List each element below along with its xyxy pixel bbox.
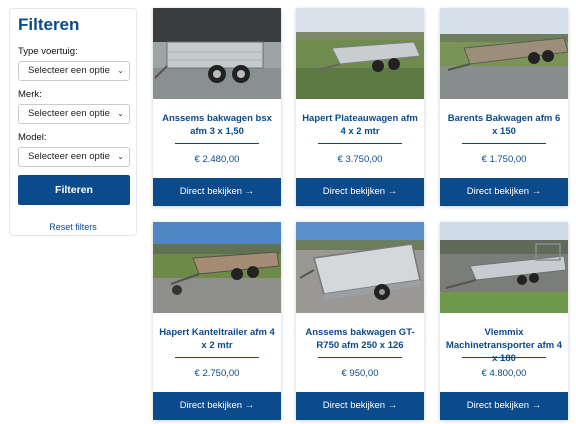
product-title[interactable]: Barents Bakwagen afm 6 x 150: [444, 112, 564, 138]
type-select-value: Selecteer een optie: [28, 65, 110, 76]
product-price: € 4.800,00: [481, 368, 527, 379]
reset-filters-link[interactable]: Reset filters: [18, 222, 128, 232]
product-image[interactable]: [296, 222, 424, 313]
product-image[interactable]: [153, 8, 281, 99]
view-product-button[interactable]: Direct bekijken →: [296, 392, 424, 420]
product-price: € 2.750,00: [194, 368, 240, 379]
brand-select[interactable]: Selecteer een optie ⌄: [18, 104, 130, 124]
product-price: € 950,00: [341, 368, 379, 379]
product-title[interactable]: Vlemmix Machinetransporter afm 4 x 180: [444, 326, 564, 365]
divider: [462, 143, 546, 144]
product-price: € 2.480,00: [194, 154, 240, 165]
divider: [462, 357, 546, 358]
view-product-button[interactable]: Direct bekijken →: [440, 392, 568, 420]
product-card[interactable]: Hapert Plateauwagen afm 4 x 2 mtr € 3.75…: [296, 8, 424, 206]
divider: [175, 357, 259, 358]
brand-label: Merk:: [18, 89, 42, 100]
divider: [318, 143, 402, 144]
product-card[interactable]: Hapert Kanteltrailer afm 4 x 2 mtr € 2.7…: [153, 222, 281, 420]
product-card[interactable]: Barents Bakwagen afm 6 x 150 € 1.750,00 …: [440, 8, 568, 206]
product-title[interactable]: Hapert Kanteltrailer afm 4 x 2 mtr: [157, 326, 277, 352]
product-image[interactable]: [440, 222, 568, 313]
model-select[interactable]: Selecteer een optie ⌄: [18, 147, 130, 167]
model-label: Model:: [18, 132, 47, 143]
divider: [175, 143, 259, 144]
product-title[interactable]: Anssems bakwagen bsx afm 3 x 1,50: [157, 112, 277, 138]
filter-panel: Filteren Type voertuig: Selecteer een op…: [9, 8, 137, 236]
filter-title: Filteren: [18, 15, 80, 34]
product-price: € 1.750,00: [481, 154, 527, 165]
chevron-down-icon: ⌄: [117, 109, 124, 118]
model-select-value: Selecteer een optie: [28, 151, 110, 162]
view-product-button[interactable]: Direct bekijken →: [153, 392, 281, 420]
product-card[interactable]: Vlemmix Machinetransporter afm 4 x 180 €…: [440, 222, 568, 420]
product-price: € 3.750,00: [337, 154, 383, 165]
view-product-button[interactable]: Direct bekijken →: [440, 178, 568, 206]
divider: [318, 357, 402, 358]
view-product-button[interactable]: Direct bekijken →: [296, 178, 424, 206]
product-image[interactable]: [440, 8, 568, 99]
view-product-button[interactable]: Direct bekijken →: [153, 178, 281, 206]
type-label: Type voertuig:: [18, 46, 78, 57]
product-title[interactable]: Anssems bakwagen GT-R750 afm 250 x 126: [300, 326, 420, 352]
type-select[interactable]: Selecteer een optie ⌄: [18, 61, 130, 81]
product-image[interactable]: [296, 8, 424, 99]
product-image[interactable]: [153, 222, 281, 313]
filter-submit-button[interactable]: Filteren: [18, 175, 130, 205]
product-card[interactable]: Anssems bakwagen GT-R750 afm 250 x 126 €…: [296, 222, 424, 420]
brand-select-value: Selecteer een optie: [28, 108, 110, 119]
chevron-down-icon: ⌄: [117, 66, 124, 75]
product-title[interactable]: Hapert Plateauwagen afm 4 x 2 mtr: [300, 112, 420, 138]
product-card[interactable]: Anssems bakwagen bsx afm 3 x 1,50 € 2.48…: [153, 8, 281, 206]
chevron-down-icon: ⌄: [117, 152, 124, 161]
